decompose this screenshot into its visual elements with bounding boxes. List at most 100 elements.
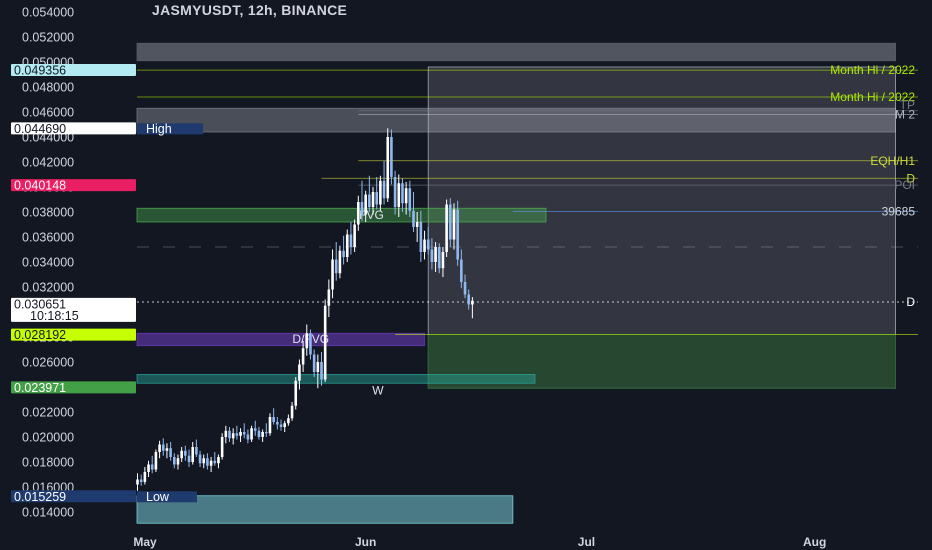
candlestick-chart[interactable]: FVGD/FVGW Month Hi / 2022Month Hi / 2022… — [0, 0, 932, 550]
y-tick-label: 0.014000 — [22, 506, 74, 520]
chart-title: JASMYUSDT, 12h, BINANCE — [152, 2, 347, 18]
candle-body — [327, 289, 331, 306]
candle-body — [371, 192, 375, 207]
candle-body — [379, 180, 382, 205]
candle-body — [426, 239, 430, 250]
candle-body — [220, 437, 224, 457]
candle-body — [147, 464, 150, 472]
candle-body — [213, 460, 217, 464]
candle-body — [375, 192, 378, 205]
candle-body — [261, 432, 264, 437]
candle-body — [242, 432, 246, 435]
candle-body — [158, 444, 161, 452]
candle — [294, 377, 298, 410]
candle-body — [437, 247, 441, 269]
candle-body — [334, 259, 338, 274]
price-tag-text-0: 0.049356 — [14, 64, 66, 78]
level-label-4: EQH/H1 — [870, 154, 915, 168]
level-label-3: M 2 — [895, 108, 915, 122]
candle-body — [195, 447, 198, 455]
candle-body — [342, 250, 345, 257]
candle-body — [467, 294, 470, 305]
y-tick-label: 0.018000 — [22, 456, 74, 470]
zone-5 — [136, 332, 425, 347]
candle-body — [338, 250, 342, 274]
candle-body — [224, 430, 228, 437]
candle-body — [323, 305, 327, 380]
candle-body — [434, 247, 437, 262]
price-tag-text-1: 0.044690 — [14, 122, 66, 136]
candle-body — [191, 447, 194, 462]
price-tag-text-4: 0.028192 — [14, 328, 66, 342]
candle — [386, 128, 390, 202]
y-tick-label: 0.038000 — [22, 206, 74, 220]
y-tick-label: 0.054000 — [22, 6, 74, 20]
candle-body — [345, 234, 349, 257]
candle-body — [154, 452, 158, 470]
candle — [220, 433, 224, 460]
candle-body — [364, 194, 367, 215]
candle-body — [250, 428, 253, 440]
candle-body — [357, 202, 360, 225]
candle-body — [471, 300, 474, 305]
candle-body — [415, 222, 419, 227]
side-tag-text-1: High — [146, 122, 172, 136]
candle-body — [404, 188, 408, 204]
candle-body — [312, 354, 316, 372]
y-tick-label: 0.036000 — [22, 231, 74, 245]
candle-body — [150, 464, 154, 470]
level-label-8: D — [906, 295, 915, 309]
y-tick-label: 0.046000 — [22, 106, 74, 120]
candle-body — [316, 362, 320, 372]
candle-body — [198, 454, 202, 464]
candle-body — [305, 333, 309, 349]
y-tick-label: 0.022000 — [22, 406, 74, 420]
zone-6 — [136, 374, 536, 384]
candle-body — [463, 282, 467, 295]
y-tick-label: 0.020000 — [22, 431, 74, 445]
candle-body — [353, 224, 356, 247]
candle-body — [390, 137, 393, 177]
candle-body — [320, 362, 323, 380]
candle-body — [239, 432, 242, 436]
candle-body — [301, 348, 305, 365]
level-label-0: Month Hi / 2022 — [830, 63, 915, 77]
candle-body — [408, 188, 412, 211]
x-tick-label: Jul — [578, 535, 595, 549]
candle-body — [231, 433, 235, 439]
candle-body — [460, 259, 463, 282]
candle-body — [382, 180, 386, 199]
candle-body — [449, 204, 452, 240]
level-label-6: POI — [894, 178, 915, 192]
candle-body — [430, 249, 434, 262]
candle-body — [456, 209, 459, 260]
candle-body — [419, 222, 423, 252]
candle-body — [176, 458, 180, 465]
price-tag-text-6: 0.015259 — [14, 490, 66, 504]
candle-body — [386, 137, 390, 199]
candle-body — [173, 457, 176, 465]
candle-body — [309, 333, 312, 355]
candle-body — [202, 458, 206, 464]
candle-body — [161, 444, 165, 451]
candle-body — [368, 194, 371, 207]
price-tag-sub-3: 10:18:15 — [30, 309, 79, 323]
price-tag-text-2: 0.040148 — [14, 179, 66, 193]
zone-0 — [136, 42, 896, 62]
candle-body — [217, 457, 220, 464]
candle — [154, 449, 158, 472]
candle — [323, 299, 327, 382]
candle-body — [360, 202, 364, 215]
x-tick-label: Jun — [355, 535, 376, 549]
x-tick-label: May — [133, 535, 157, 549]
candle-body — [272, 417, 275, 422]
price-tag-text-5: 0.023971 — [14, 381, 66, 395]
candle-body — [165, 448, 169, 451]
candle-body — [169, 448, 172, 457]
candle-body — [298, 364, 301, 381]
candle-body — [136, 479, 139, 485]
candle-body — [265, 432, 268, 434]
y-tick-label: 0.032000 — [22, 281, 74, 295]
price-axis[interactable]: 0.0540000.0520000.0500000.0480000.046000… — [0, 0, 136, 550]
candle-body — [257, 430, 261, 437]
